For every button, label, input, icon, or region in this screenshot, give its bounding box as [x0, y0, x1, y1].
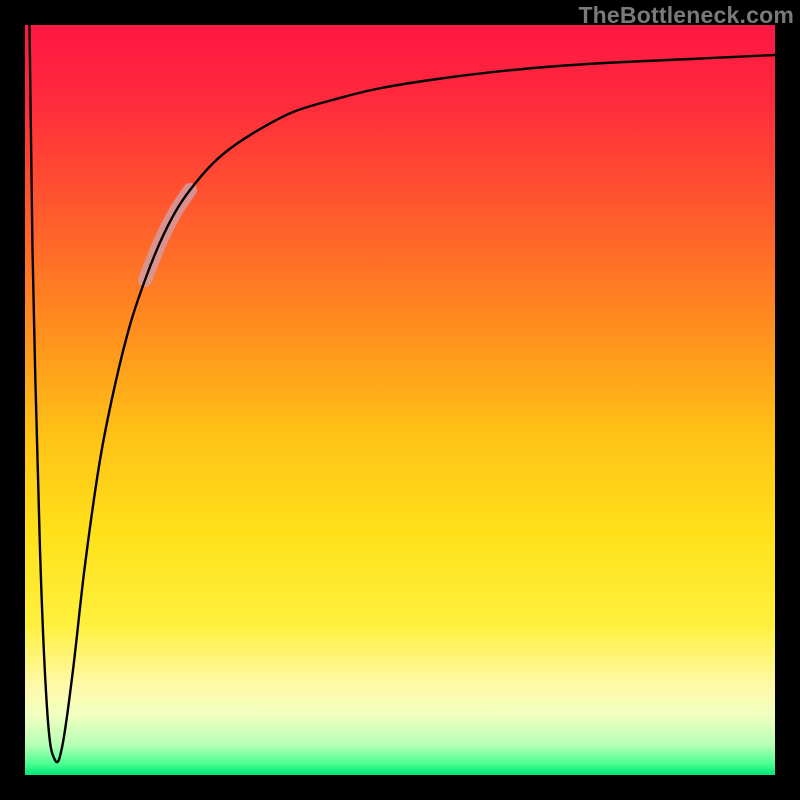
chart-frame: TheBottleneck.com: [0, 0, 800, 800]
plot-area: [25, 25, 775, 775]
watermark-text: TheBottleneck.com: [578, 2, 794, 29]
curve-highlight-segment: [145, 190, 190, 280]
bottleneck-curve: [30, 25, 776, 762]
curve-layer: [25, 25, 775, 775]
